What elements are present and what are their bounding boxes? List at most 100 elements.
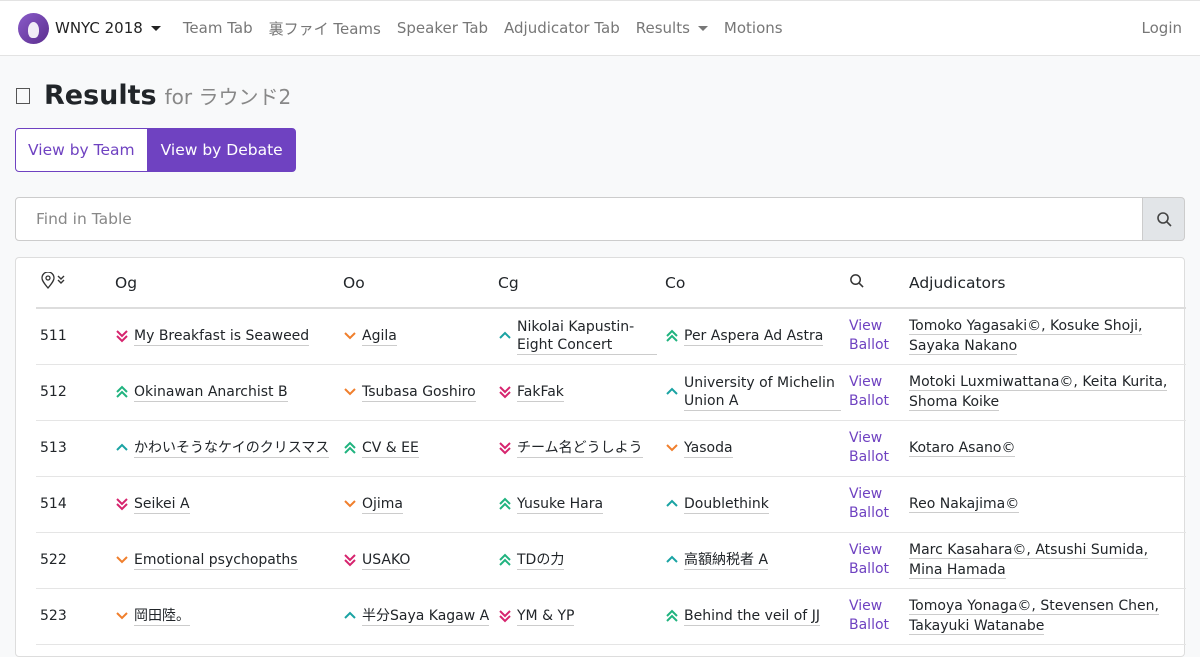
cg-cell: TDの力	[494, 532, 661, 589]
og-cell: Seikei A	[111, 476, 339, 533]
oo-cell: Ojima	[339, 476, 494, 533]
nav-results-label: Results	[635, 19, 690, 37]
team-link[interactable]: Tsubasa Goshiro	[362, 383, 476, 402]
team-link[interactable]: My Breakfast is Seaweed	[134, 327, 310, 346]
rank-fourth-icon	[499, 610, 511, 623]
room-cell: 511	[36, 308, 111, 365]
adjudicators-cell: Tomoko Yagasaki©, Kosuke Shoji, Sayaka N…	[905, 308, 1186, 365]
rank-first-icon	[499, 497, 511, 510]
rank-second-icon	[116, 443, 128, 451]
adjudicator-list[interactable]: Reo Nakajima©	[909, 496, 1020, 513]
view-ballot-link[interactable]: View Ballot	[845, 308, 905, 365]
nav-ura-teams[interactable]: 裏ファイ Teams	[269, 18, 381, 39]
adjudicators-cell: Tomoya Yonaga©, Stevensen Chen, Takayuki…	[905, 588, 1186, 645]
team-link[interactable]: Doublethink	[684, 495, 769, 514]
rank-third-icon	[116, 556, 128, 564]
rank-second-icon	[666, 555, 678, 563]
brand-dropdown[interactable]: WNYC 2018	[18, 12, 161, 44]
search-input[interactable]	[15, 197, 1143, 241]
view-ballot-link[interactable]: View Ballot	[845, 476, 905, 533]
og-header[interactable]: Og	[111, 258, 339, 309]
search-button[interactable]	[1143, 197, 1185, 241]
logo-icon	[18, 12, 49, 44]
oo-cell: Tsubasa Goshiro	[339, 364, 494, 421]
table-row: 512 Okinawan Anarchist B Tsubasa Goshiro Fa…	[36, 364, 1186, 421]
og-cell: Okinawan Anarchist B	[111, 364, 339, 421]
team-link[interactable]: 半分Saya Kagaw A	[362, 607, 490, 626]
rank-third-icon	[344, 388, 356, 396]
team-link[interactable]: YM & YP	[517, 607, 575, 626]
view-by-team-button[interactable]: View by Team	[15, 128, 148, 172]
team-link[interactable]: USAKO	[362, 551, 411, 570]
team-link[interactable]: Per Aspera Ad Astra	[684, 327, 824, 346]
team-link[interactable]: かわいそうなケイのクリスマス	[134, 439, 330, 458]
nav-adjudicator-tab[interactable]: Adjudicator Tab	[504, 19, 620, 37]
rank-first-icon	[344, 441, 356, 454]
team-link[interactable]: TDの力	[517, 551, 565, 570]
adjudicator-list[interactable]: Marc Kasahara©, Atsushi Sumida, Mina Ham…	[909, 542, 1149, 579]
nav-speaker-tab[interactable]: Speaker Tab	[397, 19, 488, 37]
team-link[interactable]: Ojima	[362, 495, 404, 514]
og-cell: My Breakfast is Seaweed	[111, 308, 339, 365]
adjudicator-list[interactable]: Tomoko Yagasaki©, Kosuke Shoji, Sayaka N…	[909, 318, 1143, 356]
rank-second-icon	[666, 499, 678, 507]
team-link[interactable]: CV & EE	[362, 439, 419, 458]
oo-header[interactable]: Oo	[339, 258, 494, 309]
team-link[interactable]: チーム名どうしよう	[517, 439, 643, 458]
rank-second-icon	[499, 331, 511, 339]
co-cell: 高額納税者 A	[661, 532, 845, 589]
og-cell: Emotional psychopaths	[111, 532, 339, 589]
team-link[interactable]: FakFak	[517, 383, 564, 402]
team-link[interactable]: Seikei A	[134, 495, 190, 514]
cg-header[interactable]: Cg	[494, 258, 661, 309]
table-search	[15, 197, 1185, 241]
view-ballot-link[interactable]: View Ballot	[845, 364, 905, 421]
cg-cell: YM & YP	[494, 588, 661, 645]
rank-fourth-icon	[344, 554, 356, 567]
room-cell: 512	[36, 364, 111, 421]
adjudicator-list[interactable]: Motoki Luxmiwattana©, Keita Kurita, Shom…	[909, 374, 1168, 411]
venue-sort-header[interactable]	[36, 258, 111, 309]
co-cell: Per Aspera Ad Astra	[661, 308, 845, 365]
rank-fourth-icon	[116, 498, 128, 511]
adjudicators-header[interactable]: Adjudicators	[905, 258, 1186, 309]
team-link[interactable]: Yasoda	[684, 439, 733, 458]
caret-down-icon	[150, 25, 161, 31]
view-ballot-link[interactable]: View Ballot	[845, 532, 905, 589]
login-link[interactable]: Login	[1142, 19, 1182, 37]
view-toggle: View by Team View by Debate	[15, 128, 296, 172]
team-link[interactable]: Okinawan Anarchist B	[134, 383, 288, 402]
team-link[interactable]: Behind the veil of JJ	[684, 607, 820, 626]
co-cell: Doublethink	[661, 476, 845, 533]
team-link[interactable]: Emotional psychopaths	[134, 551, 298, 570]
ballot-header[interactable]	[845, 258, 905, 309]
view-ballot-link[interactable]: View Ballot	[845, 420, 905, 477]
cg-cell: Nikolai Kapustin-Eight Concert	[494, 308, 661, 365]
oo-cell: 半分Saya Kagaw A	[339, 588, 494, 645]
view-ballot-link[interactable]: View Ballot	[845, 588, 905, 645]
adjudicator-list[interactable]: Kotaro Asano©	[909, 440, 1016, 457]
team-link[interactable]: 高額納税者 A	[684, 551, 769, 570]
adjudicator-list[interactable]: Tomoya Yonaga©, Stevensen Chen, Takayuki…	[909, 598, 1159, 635]
room-cell: 513	[36, 420, 111, 477]
navbar: WNYC 2018 Team Tab 裏ファイ Teams Speaker Ta…	[0, 0, 1200, 56]
team-link[interactable]: 岡田陸。	[134, 607, 190, 626]
nav-results[interactable]: Results	[636, 19, 708, 37]
team-link[interactable]: Nikolai Kapustin-Eight Concert	[517, 318, 657, 355]
co-header[interactable]: Co	[661, 258, 845, 309]
team-link[interactable]: Yusuke Hara	[517, 495, 604, 514]
nav-team-tab[interactable]: Team Tab	[183, 19, 253, 37]
og-cell: 岡田陸。	[111, 588, 339, 645]
rank-second-icon	[344, 611, 356, 619]
view-by-debate-button[interactable]: View by Debate	[147, 128, 296, 172]
og-cell: かわいそうなケイのクリスマス	[111, 420, 339, 477]
nav-motions[interactable]: Motions	[724, 19, 783, 37]
search-icon	[850, 274, 864, 288]
adjudicators-cell: Marc Kasahara©, Atsushi Sumida, Mina Ham…	[905, 532, 1186, 589]
team-link[interactable]: University of Michelin Union A	[684, 374, 841, 411]
rank-third-icon	[344, 332, 356, 340]
rank-fourth-icon	[499, 386, 511, 399]
table-row: 522 Emotional psychopaths USAKO TDの力 高額納税者 A…	[36, 532, 1186, 589]
team-link[interactable]: Agila	[362, 327, 397, 346]
rank-first-icon	[499, 553, 511, 566]
